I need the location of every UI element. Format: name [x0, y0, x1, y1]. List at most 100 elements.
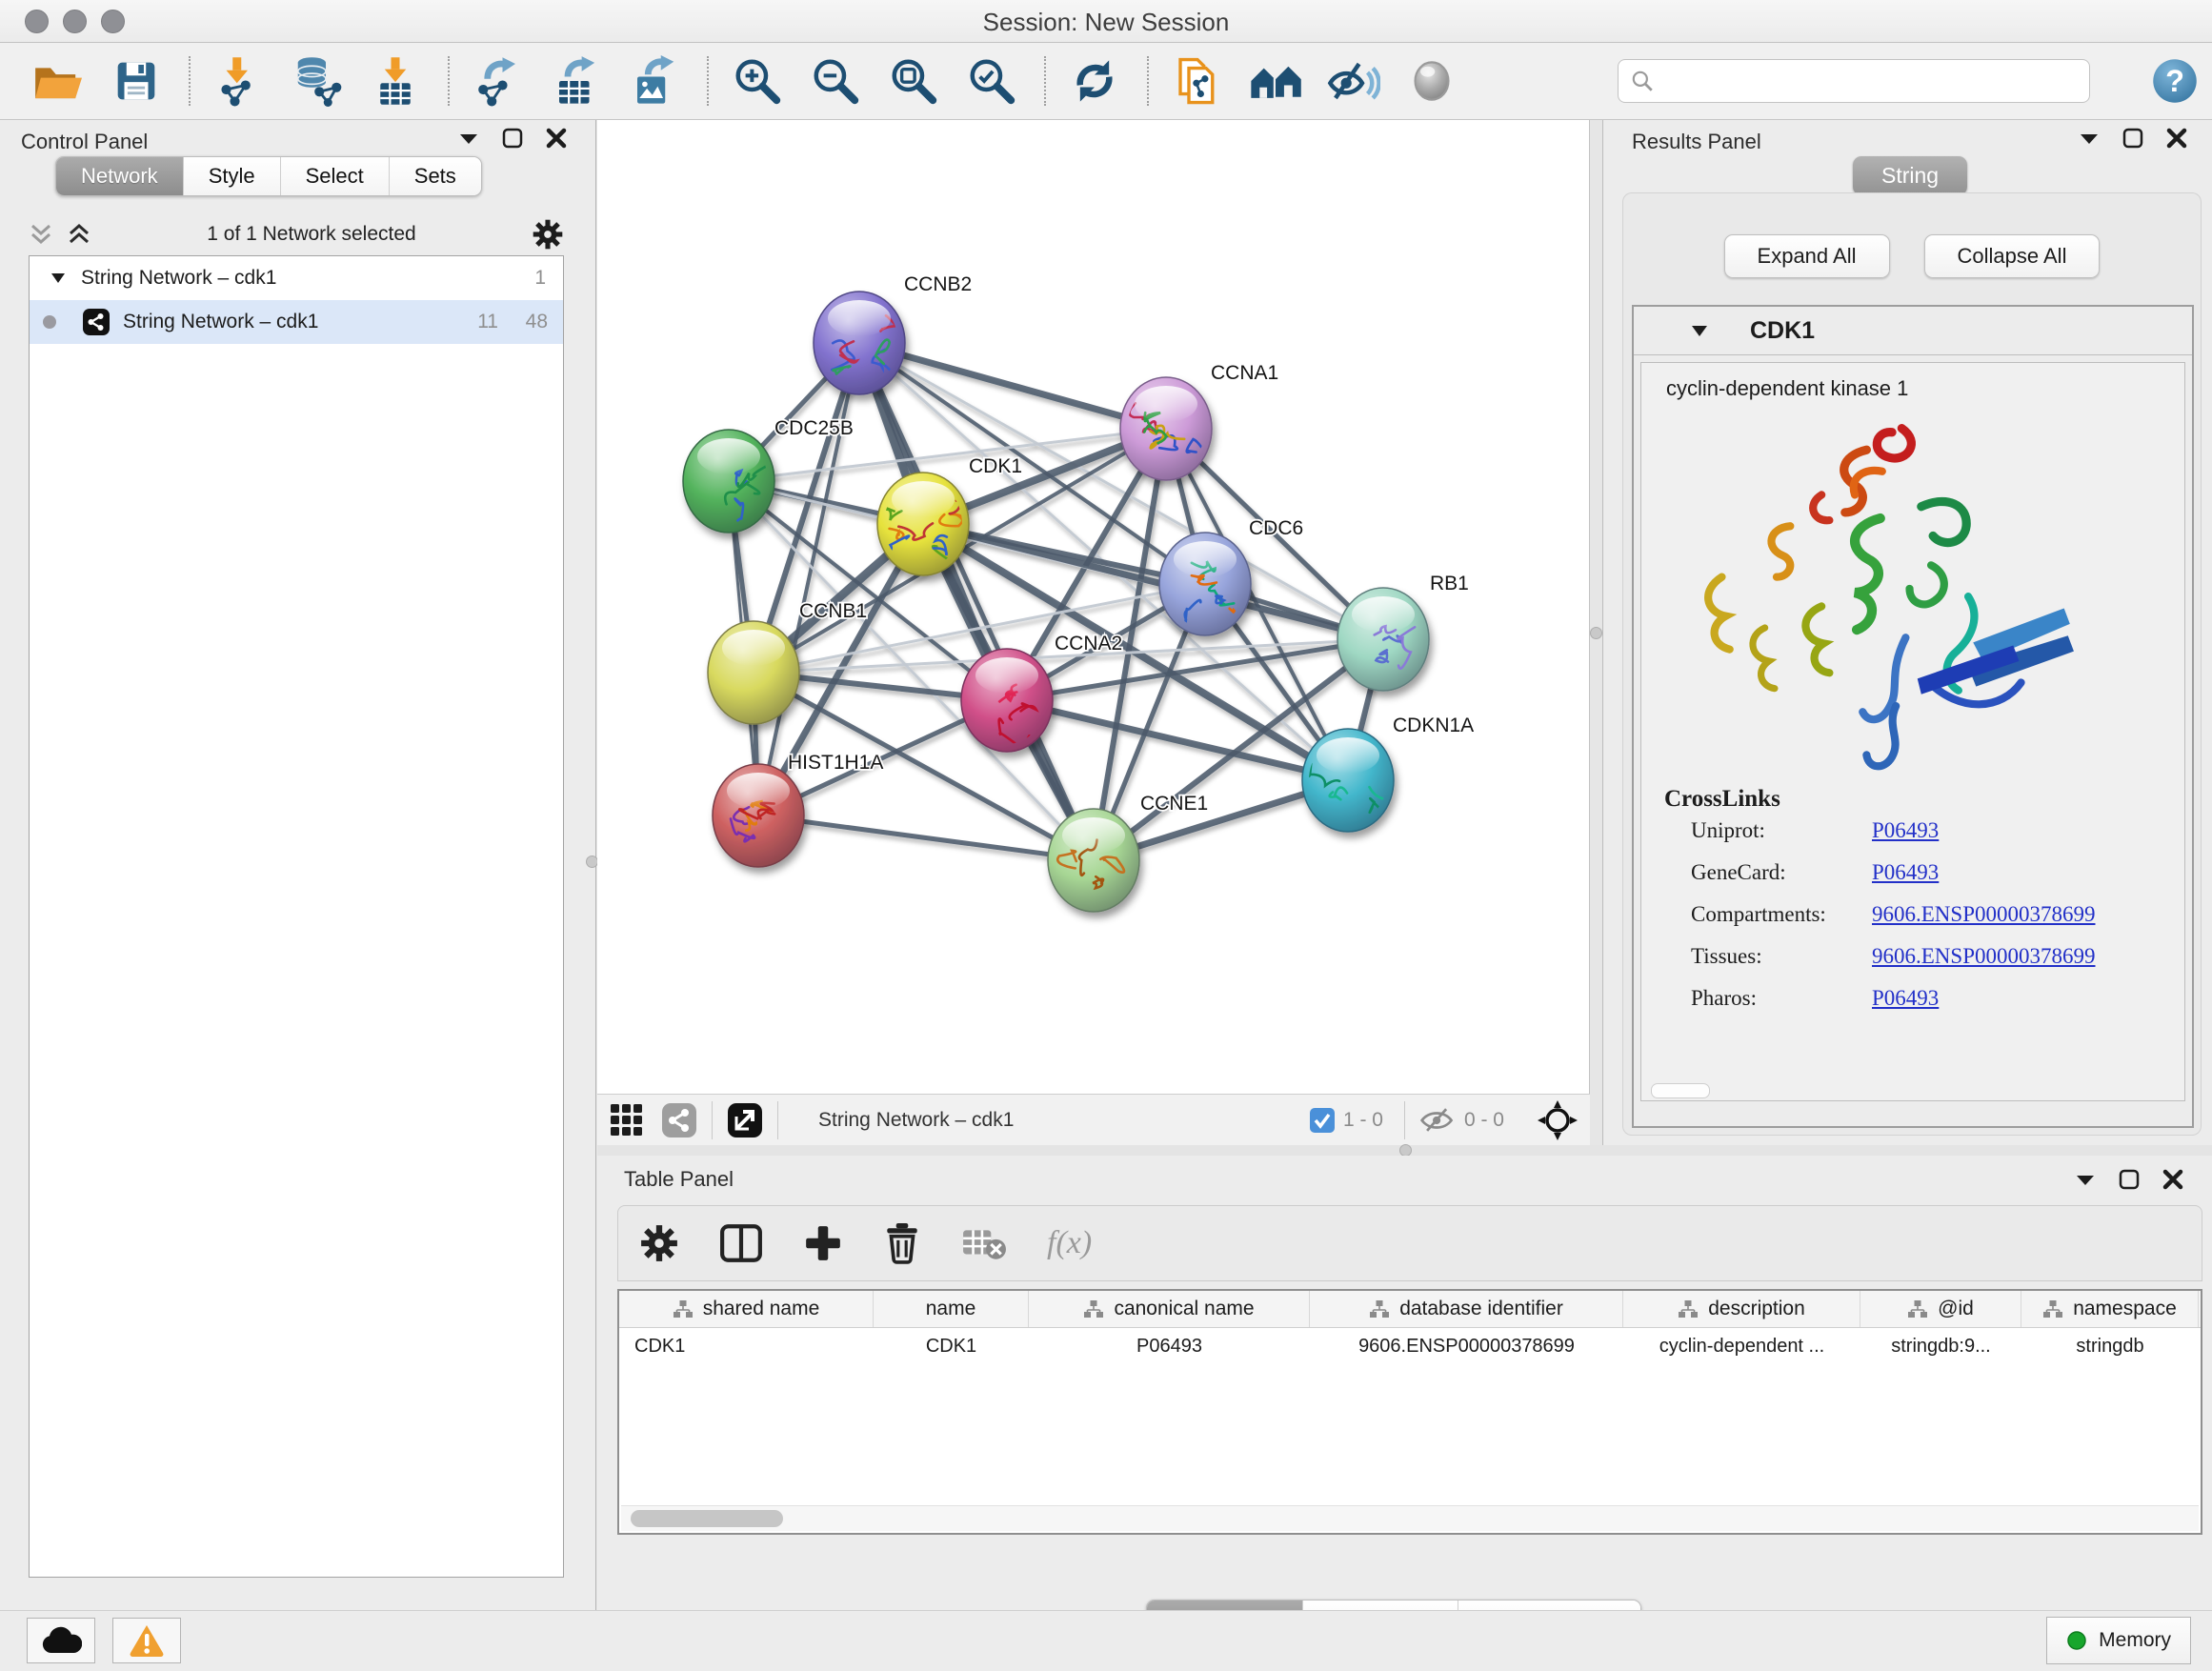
collapse-all-button[interactable]: Collapse All	[1924, 234, 2101, 278]
table-settings-gear-icon[interactable]	[639, 1223, 679, 1263]
export-table-button[interactable]	[545, 50, 608, 111]
network-node[interactable]	[1048, 809, 1139, 912]
network-graph[interactable]: CCNB2CCNA1CDC25BCDK1CDC6RB1CCNB1CCNA2CDK…	[597, 120, 1588, 1092]
network-node[interactable]	[1302, 729, 1407, 832]
network-selection-status: 1 of 1 Network selected	[91, 223, 532, 246]
crosslink-link[interactable]: 9606.ENSP00000378699	[1872, 902, 2096, 927]
column-header[interactable]: name	[874, 1291, 1029, 1327]
network-canvas[interactable]: CCNB2CCNA1CDC25BCDK1CDC6RB1CCNB1CCNA2CDK…	[597, 120, 1590, 1094]
float-panel-icon[interactable]	[2119, 1169, 2140, 1190]
results-scrollbar-thumb[interactable]	[1651, 1083, 1710, 1098]
selected-checkbox-icon[interactable]	[1309, 1107, 1336, 1134]
float-panel-icon[interactable]	[2122, 128, 2143, 149]
zoom-out-button[interactable]	[804, 50, 867, 111]
gene-name: CDK1	[1750, 317, 1815, 345]
float-panel-icon[interactable]	[502, 128, 523, 149]
crosslink-link[interactable]: P06493	[1872, 986, 1939, 1011]
open-external-icon[interactable]	[726, 1101, 764, 1139]
birdseye-grid-icon[interactable]	[609, 1102, 645, 1138]
gene-section-header[interactable]: CDK1	[1634, 307, 2192, 355]
database-icon	[292, 55, 343, 107]
zoom-selected-button[interactable]	[960, 50, 1023, 111]
results-panel: Results Panel String Expand All Collapse…	[1602, 120, 2212, 1156]
network-row[interactable]: String Network – cdk1 11 48	[30, 300, 563, 344]
table-hscrollbar-thumb[interactable]	[631, 1510, 783, 1527]
cloud-button[interactable]	[27, 1618, 95, 1663]
show-columns-icon[interactable]	[719, 1223, 763, 1263]
export-image-button[interactable]	[623, 50, 686, 111]
expand-all-button[interactable]: Expand All	[1724, 234, 1890, 278]
column-header[interactable]: description	[1623, 1291, 1860, 1327]
right-splitter-handle[interactable]	[1590, 627, 1602, 639]
network-collection-row[interactable]: String Network – cdk1 1	[30, 256, 563, 300]
zoom-fit-button[interactable]	[882, 50, 945, 111]
network-node[interactable]	[814, 292, 905, 394]
tab-select[interactable]: Select	[281, 157, 390, 195]
crosslink-row: GeneCard: P06493	[1691, 860, 2184, 885]
close-panel-icon[interactable]	[546, 128, 567, 149]
help-button[interactable]: ?	[2143, 50, 2206, 111]
network-node[interactable]	[708, 621, 799, 724]
tab-sets[interactable]: Sets	[390, 157, 481, 195]
close-panel-icon[interactable]	[2162, 1169, 2183, 1190]
network-status-dot	[43, 315, 56, 329]
column-header[interactable]: @id	[1860, 1291, 2021, 1327]
string-style-icon[interactable]	[660, 1101, 698, 1139]
zoom-in-button[interactable]	[726, 50, 789, 111]
column-header[interactable]: canonical name	[1029, 1291, 1310, 1327]
column-header[interactable]: namespace	[2021, 1291, 2199, 1327]
expand-all-icon[interactable]	[67, 222, 91, 247]
section-expander-icon[interactable]	[1691, 325, 1708, 337]
memory-button[interactable]: Memory	[2046, 1617, 2191, 1664]
crosslink-link[interactable]: P06493	[1872, 818, 1939, 843]
warnings-button[interactable]	[112, 1618, 181, 1663]
search-field[interactable]	[1618, 59, 2090, 103]
save-session-button[interactable]	[105, 50, 168, 111]
collapse-all-icon[interactable]	[29, 222, 53, 247]
network-node[interactable]	[713, 764, 804, 867]
table-hscrollbar[interactable]	[621, 1505, 2199, 1531]
home-button[interactable]	[1244, 50, 1307, 111]
tab-string[interactable]: String	[1853, 156, 1967, 195]
gene-section: CDK1 cyclin-dependent kinase 1	[1632, 305, 2194, 1128]
delete-column-icon[interactable]	[883, 1222, 921, 1264]
import-table-file-button[interactable]	[364, 50, 427, 111]
zoom-fit-icon	[888, 55, 939, 107]
crosslink-link[interactable]: 9606.ENSP00000378699	[1872, 944, 2096, 969]
crosshair-icon[interactable]	[1537, 1099, 1579, 1141]
export-network-button[interactable]	[467, 50, 530, 111]
table-cell: CDK1	[874, 1328, 1029, 1364]
open-session-button[interactable]	[27, 50, 90, 111]
network-node[interactable]	[1337, 588, 1429, 691]
network-node[interactable]	[1120, 377, 1212, 480]
network-node[interactable]	[961, 649, 1053, 752]
network-node[interactable]	[683, 430, 774, 533]
tab-style[interactable]: Style	[184, 157, 281, 195]
node-label: RB1	[1430, 573, 1469, 594]
node-label: CCNA1	[1211, 362, 1278, 384]
status-bar: Memory	[0, 1610, 2212, 1671]
hide-panels-button[interactable]	[1322, 50, 1385, 111]
panel-menu-caret-icon[interactable]	[458, 131, 479, 145]
add-column-icon[interactable]	[803, 1223, 843, 1263]
duplicate-network-button[interactable]	[1166, 50, 1229, 111]
close-panel-icon[interactable]	[2166, 128, 2187, 149]
panel-menu-caret-icon[interactable]	[2079, 131, 2100, 145]
crosslink-link[interactable]: P06493	[1872, 860, 1939, 885]
node-label: CDC25B	[774, 417, 854, 439]
gear-icon[interactable]	[532, 218, 564, 251]
column-header[interactable]: database identifier	[1310, 1291, 1623, 1327]
collection-expander-icon[interactable]	[50, 272, 66, 284]
import-network-file-button[interactable]	[208, 50, 271, 111]
table-row[interactable]: CDK1CDK1P064939606.ENSP00000378699cyclin…	[619, 1328, 2201, 1364]
tab-network[interactable]: Network	[56, 157, 184, 195]
show-panel-button[interactable]	[1400, 50, 1463, 111]
search-input[interactable]	[1655, 70, 2089, 93]
sphere-icon	[1409, 58, 1455, 104]
network-node[interactable]	[1159, 533, 1251, 635]
eye-slash-icon	[1327, 57, 1380, 105]
panel-menu-caret-icon[interactable]	[2075, 1173, 2096, 1186]
import-network-database-button[interactable]	[286, 50, 349, 111]
column-header[interactable]: shared name	[619, 1291, 874, 1327]
refresh-button[interactable]	[1063, 50, 1126, 111]
